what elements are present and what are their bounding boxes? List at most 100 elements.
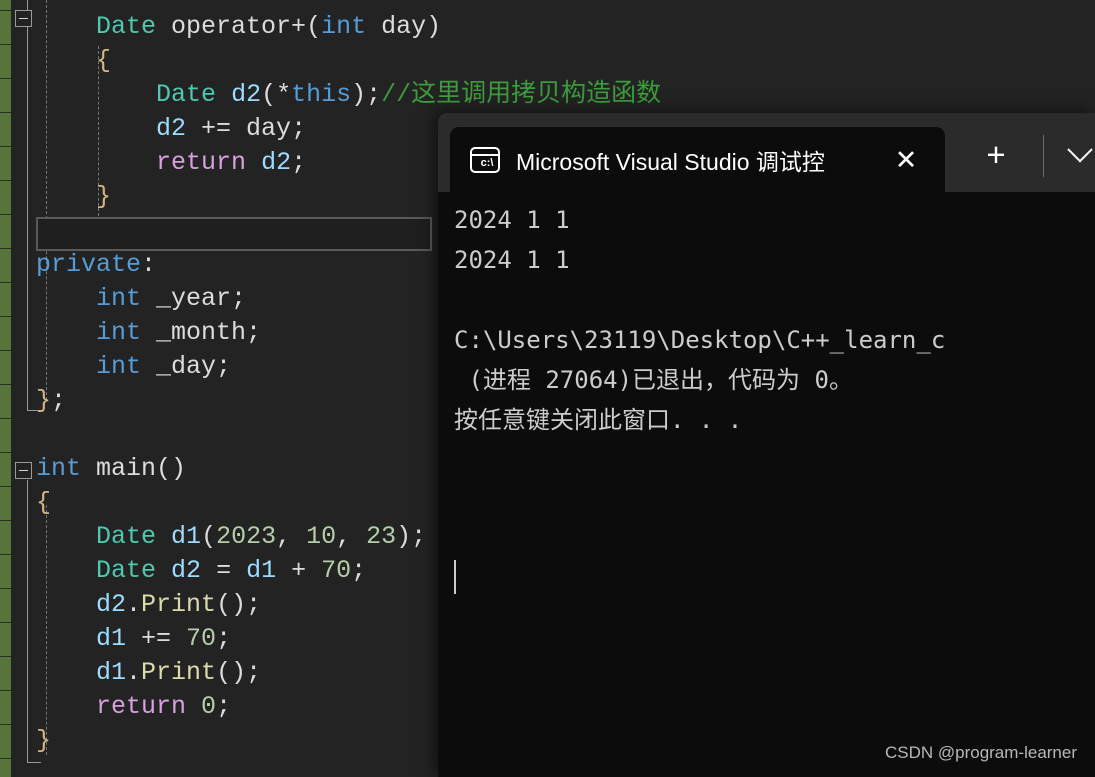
change-bar-segment (0, 690, 11, 691)
new-tab-icon[interactable]: + (976, 135, 1016, 175)
code-token: day (366, 12, 427, 41)
code-token: ); (396, 522, 427, 551)
code-line: int _month; (36, 316, 261, 350)
console-icon: c:\ (470, 146, 500, 173)
code-token: += day; (186, 114, 307, 143)
terminal-output-line: 2024 1 1 (454, 246, 570, 274)
code-token: () (156, 454, 187, 483)
change-bar-segment (0, 520, 11, 521)
console-icon-label: c:\ (480, 156, 494, 169)
code-token: Date (96, 12, 157, 41)
code-token: { (36, 488, 52, 517)
code-token: this (291, 80, 352, 109)
code-token: ; (351, 556, 367, 585)
change-bar-segment (0, 418, 11, 419)
code-line: { (36, 486, 51, 520)
terminal-output-line: (进程 27064)已退出，代码为 0。 (454, 366, 853, 394)
scope-guide-foot (27, 762, 41, 763)
code-line: d1 += 70; (36, 622, 231, 656)
change-bar-segment (0, 554, 11, 555)
code-token: += (126, 624, 187, 653)
code-token: , (336, 522, 367, 551)
code-token: } (36, 386, 52, 415)
change-indicator-bar (0, 0, 11, 777)
change-bar-segment (0, 282, 11, 283)
terminal-titlebar[interactable]: c:\ Microsoft Visual Studio 调试控 ✕ + (438, 113, 1095, 192)
code-token: private (36, 250, 142, 279)
change-bar-segment (0, 112, 11, 113)
terminal-caret (454, 560, 456, 594)
terminal-output-line: 按任意键关闭此窗口. . . (454, 406, 743, 434)
code-line: return 0; (36, 690, 231, 724)
code-line: return d2; (36, 146, 306, 180)
code-line: Date d2 = d1 + 70; (36, 554, 366, 588)
terminal-tab[interactable]: c:\ Microsoft Visual Studio 调试控 ✕ (450, 127, 945, 192)
code-line: } (36, 724, 51, 758)
change-bar-segment (0, 588, 11, 589)
change-bar-segment (0, 656, 11, 657)
current-line-highlight (36, 217, 432, 251)
chevron-down-icon[interactable] (1060, 137, 1095, 177)
code-token: (* (261, 80, 292, 109)
code-token: ; (291, 148, 307, 177)
code-token: + (276, 556, 322, 585)
change-bar-segment (0, 146, 11, 147)
code-token: ); (351, 80, 382, 109)
change-bar-segment (0, 350, 11, 351)
change-bar-segment (0, 724, 11, 725)
code-token: : (141, 250, 157, 279)
terminal-output[interactable]: 2024 1 1 2024 1 1 C:\Users\23119\Desktop\… (438, 192, 1095, 777)
code-line: { (36, 44, 111, 78)
terminal-window[interactable]: c:\ Microsoft Visual Studio 调试控 ✕ + 2024… (438, 113, 1095, 777)
change-bar-segment (0, 486, 11, 487)
code-token: Date (156, 80, 217, 109)
code-line: Date d2(*this);//这里调用拷贝构造函数 (36, 78, 661, 112)
code-token: ) (426, 12, 442, 41)
code-token: } (36, 182, 112, 211)
watermark: CSDN @program-learner (884, 743, 1077, 762)
change-bar-segment (0, 214, 11, 215)
code-token: int (321, 12, 367, 41)
change-bar-segment (0, 452, 11, 453)
code-line: }; (36, 384, 66, 418)
code-line: d2.Print(); (36, 588, 261, 622)
code-token: } (36, 726, 52, 755)
editor-gutter[interactable] (11, 0, 35, 777)
change-bar-segment (0, 622, 11, 623)
code-line: } (36, 180, 111, 214)
code-token: (); (216, 658, 262, 687)
code-token: ; (216, 624, 232, 653)
code-token: main (96, 454, 157, 483)
change-bar-segment (0, 248, 11, 249)
code-token: d1 (171, 522, 202, 551)
code-token: 23 (366, 522, 397, 551)
code-token: . (126, 590, 142, 619)
code-line: d2 += day; (36, 112, 306, 146)
change-bar-segment (0, 316, 11, 317)
change-bar-segment (0, 384, 11, 385)
code-token: Date (96, 556, 157, 585)
terminal-output-line: 2024 1 1 (454, 206, 570, 234)
collapse-toggle-main[interactable] (15, 462, 32, 479)
code-token: , (276, 522, 307, 551)
code-token: int (96, 352, 142, 381)
code-line: Date operator+(int day) (36, 10, 441, 44)
code-token: ( (306, 12, 322, 41)
code-token: d1 (96, 624, 127, 653)
code-token: d1 (96, 658, 127, 687)
close-icon[interactable]: ✕ (891, 145, 921, 175)
code-line: private: (36, 248, 156, 282)
collapse-toggle-operator-plus[interactable] (15, 10, 32, 27)
